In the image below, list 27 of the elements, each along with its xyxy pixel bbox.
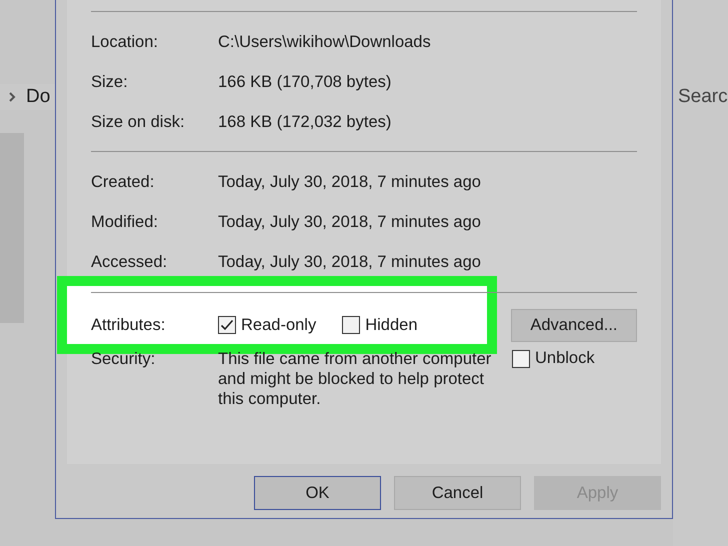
field-value: Today, July 30, 2018, 7 minutes ago xyxy=(218,172,481,192)
dialog-button[interactable]: OK xyxy=(254,476,381,510)
field-label: Size: xyxy=(91,72,129,92)
field-label: Security: xyxy=(91,349,156,369)
field-label: Size on disk: xyxy=(91,112,186,132)
checkbox[interactable] xyxy=(342,316,360,334)
breadcrumb-text[interactable]: Do xyxy=(26,86,50,108)
checkbox[interactable] xyxy=(218,316,236,334)
field-value: C:\Users\wikihow\Downloads xyxy=(218,32,431,52)
checkbox-label[interactable]: Unblock xyxy=(535,349,595,368)
field-value: 166 KB (170,708 bytes) xyxy=(218,72,392,92)
field-label: Accessed: xyxy=(91,252,168,272)
field-label: Modified: xyxy=(91,212,159,232)
advanced-button[interactable]: Advanced... xyxy=(510,308,637,342)
field-value: Today, July 30, 2018, 7 minutes ago xyxy=(218,252,481,272)
security-message: This file came from another computer and might be blocked to help protect this computer. xyxy=(218,349,492,409)
checkbox-label[interactable]: Read-only xyxy=(241,316,316,334)
field-value: Today, July 30, 2018, 7 minutes ago xyxy=(218,212,481,232)
chevron-icon[interactable] xyxy=(8,91,16,103)
checkbox-label[interactable]: Hidden xyxy=(365,316,418,334)
field-value: 168 KB (172,032 bytes) xyxy=(218,112,392,132)
field-label: Attributes: xyxy=(91,316,166,334)
field-label: Created: xyxy=(91,172,156,192)
search-field[interactable]: Searc xyxy=(678,86,728,108)
dialog-button[interactable]: Cancel xyxy=(394,476,521,510)
field-label: Location: xyxy=(91,32,159,52)
checkbox[interactable] xyxy=(512,350,530,368)
